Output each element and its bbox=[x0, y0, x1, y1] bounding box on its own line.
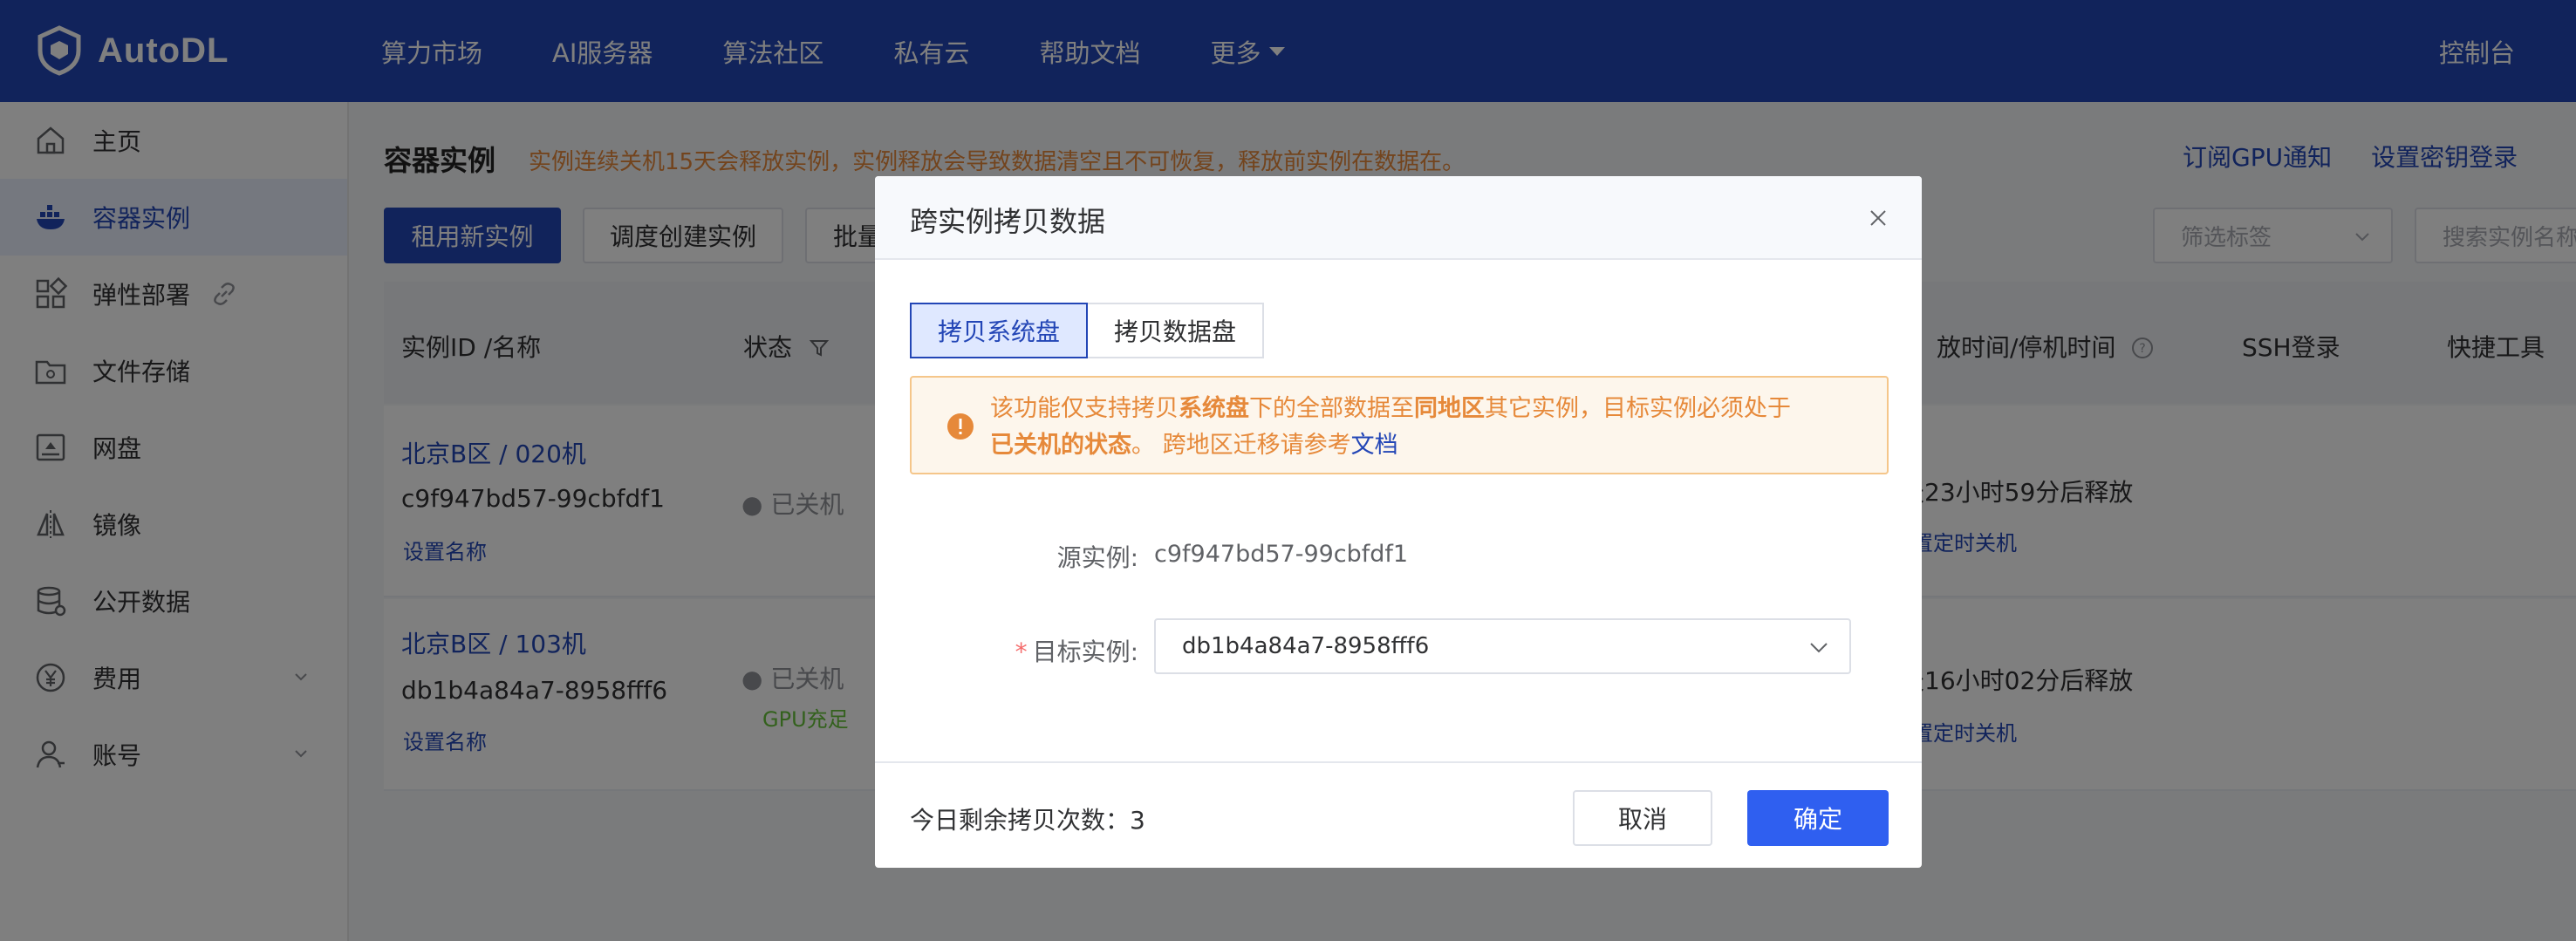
target-instance-label: * 目标实例: bbox=[988, 633, 1138, 668]
target-instance-select[interactable]: db1b4a84a7-8958fff6 bbox=[1154, 618, 1851, 674]
dialog-header: 跨实例拷贝数据 bbox=[875, 176, 1922, 260]
chevron-down-icon bbox=[1810, 643, 1828, 653]
tab-copy-data-disk[interactable]: 拷贝数据盘 bbox=[1088, 303, 1265, 358]
alert-text-part: 下的全部数据至 bbox=[1249, 395, 1414, 422]
target-instance-label-text: 目标实例: bbox=[1032, 638, 1138, 666]
confirm-button[interactable]: 确定 bbox=[1747, 790, 1889, 846]
source-instance-value: c9f947bd57-99cbfdf1 bbox=[1154, 541, 1409, 568]
dialog-footer: 今日剩余拷贝次数：3 取消 确定 bbox=[875, 761, 1922, 868]
warning-alert: 该功能仅支持拷贝系统盘下的全部数据至同地区其它实例，目标实例必须处于已关机的状态… bbox=[910, 376, 1889, 474]
source-instance-label: 源实例: bbox=[1056, 543, 1138, 572]
alert-text-part: 。 跨地区迁移请参考 bbox=[1131, 432, 1351, 459]
remaining-copies: 今日剩余拷贝次数：3 bbox=[910, 806, 1145, 835]
alert-text-part: 其它实例，目标实例必须处于 bbox=[1485, 395, 1791, 422]
close-icon[interactable] bbox=[1868, 208, 1889, 228]
required-asterisk: * bbox=[1015, 638, 1028, 666]
dialog-title: 跨实例拷贝数据 bbox=[910, 205, 1106, 238]
alert-bold-powered-off: 已关机的状态 bbox=[990, 432, 1131, 459]
copy-data-dialog: 跨实例拷贝数据 拷贝系统盘 拷贝数据盘 该功能仅支持拷贝系统盘下的全部数据至同地… bbox=[875, 176, 1922, 868]
copy-type-tabs: 拷贝系统盘 拷贝数据盘 bbox=[910, 303, 1265, 358]
alert-message: 该功能仅支持拷贝系统盘下的全部数据至同地区其它实例，目标实例必须处于已关机的状态… bbox=[990, 391, 1871, 464]
warning-icon bbox=[947, 413, 974, 440]
alert-bold-system-disk: 系统盘 bbox=[1179, 395, 1249, 422]
alert-bold-same-region: 同地区 bbox=[1414, 395, 1485, 422]
tab-copy-system-disk[interactable]: 拷贝系统盘 bbox=[910, 303, 1089, 358]
cancel-button[interactable]: 取消 bbox=[1573, 790, 1712, 846]
docs-link[interactable]: 文档 bbox=[1351, 432, 1398, 459]
alert-text-part: 该功能仅支持拷贝 bbox=[990, 395, 1179, 422]
target-instance-value: db1b4a84a7-8958fff6 bbox=[1182, 633, 1430, 659]
